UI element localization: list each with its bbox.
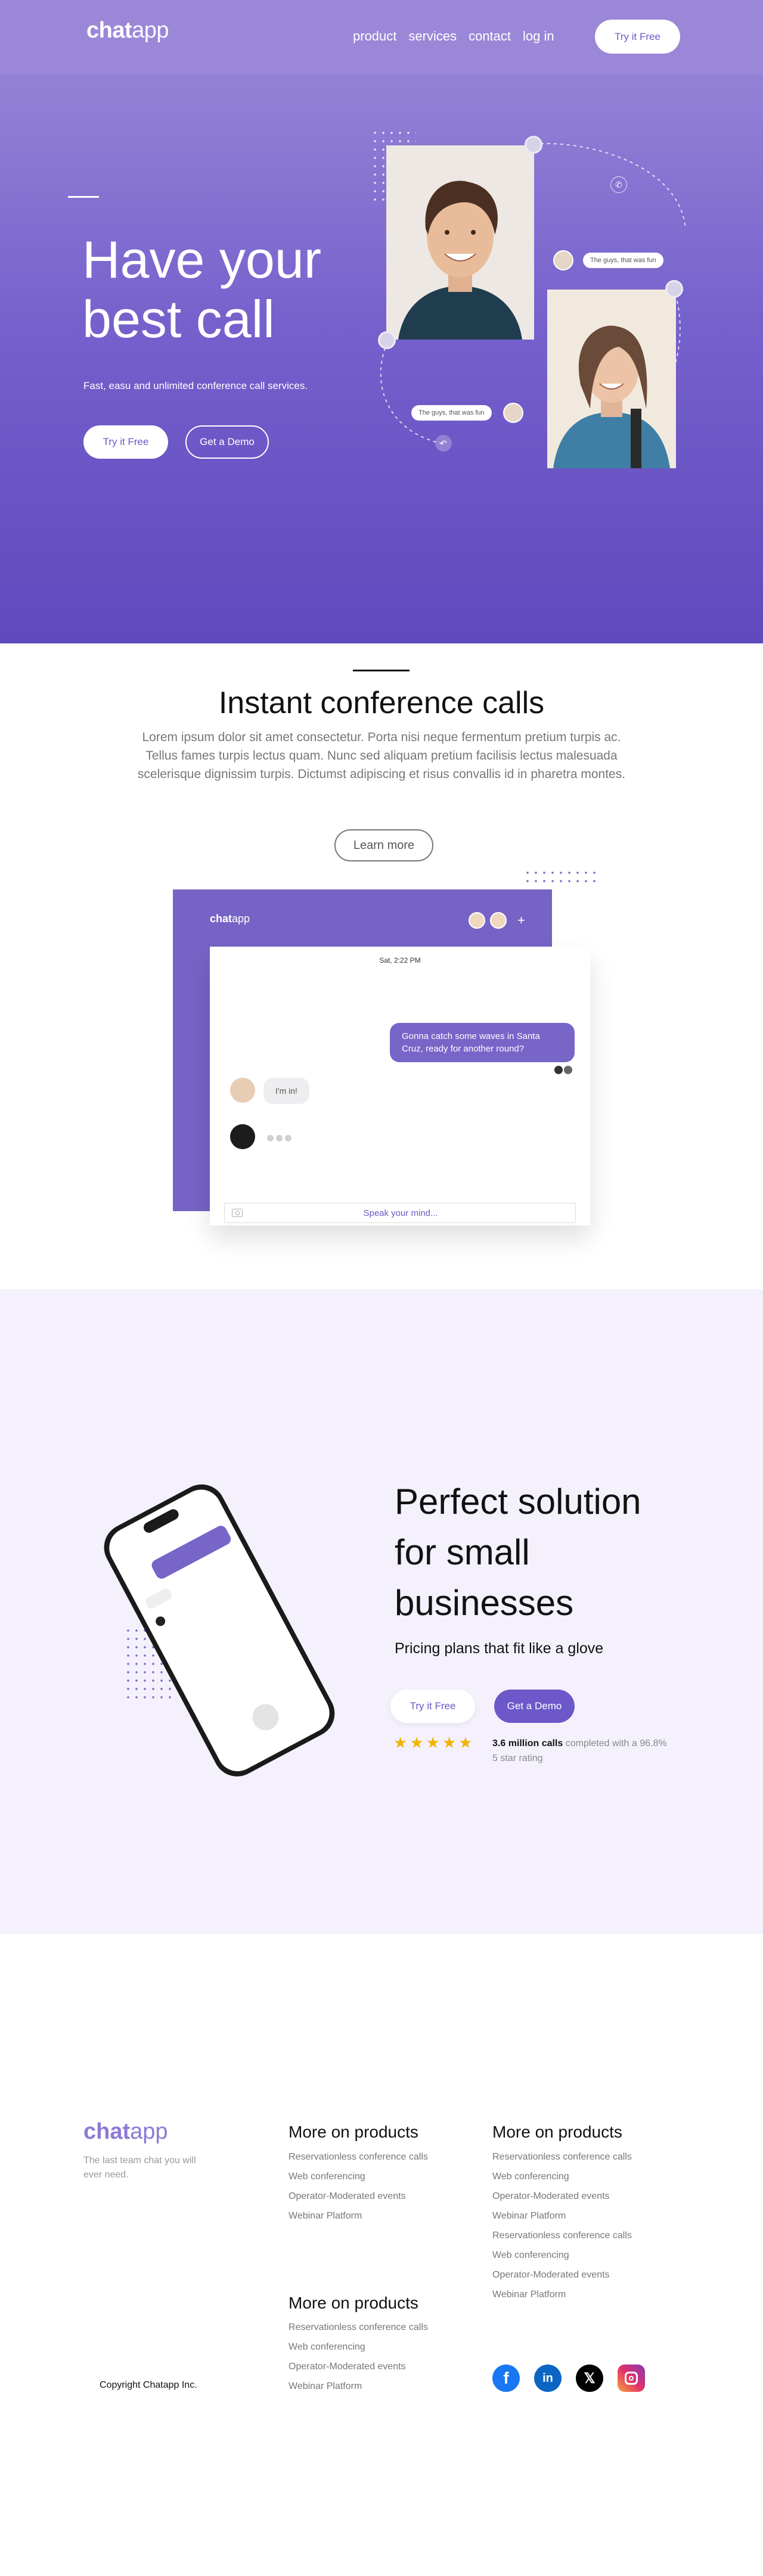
footer-col1-links: Reservationless conference calls Web conf… <box>289 2152 428 2221</box>
chat-app-logo: chatapp <box>210 913 250 925</box>
participant-avatar <box>469 912 485 929</box>
nav-link-login[interactable]: log in <box>523 29 554 44</box>
logo[interactable]: chatapp <box>86 18 169 43</box>
footer-col2-links: Reservationless conference calls Web conf… <box>492 2152 632 2300</box>
nav-link-product[interactable]: product <box>353 29 396 44</box>
star-icon: ★ <box>393 1734 408 1751</box>
hero-divider <box>68 196 99 198</box>
chat-date: Sat, 2:22 PM <box>379 956 421 965</box>
footer-link[interactable]: Operator-Moderated events <box>289 2362 428 2372</box>
add-participant-button[interactable]: + <box>517 913 525 928</box>
chat-message-outgoing: Gonna catch some waves in Santa Cruz, re… <box>390 1023 575 1062</box>
hero-photo-woman <box>547 290 676 468</box>
footer-link[interactable]: Operator-Moderated events <box>492 2191 632 2201</box>
footer-col3-links: Reservationless conference calls Web conf… <box>289 2322 428 2391</box>
instant-title: Instant conference calls <box>218 686 545 720</box>
footer-logo[interactable]: chatapp <box>83 2119 168 2145</box>
phone-mockup <box>92 1471 355 1805</box>
top-nav: chatapp product services contact log in … <box>0 0 763 74</box>
hero-title: Have your best call <box>82 230 322 349</box>
star-icon: ★ <box>426 1734 440 1751</box>
nav-try-free-button[interactable]: Try it Free <box>595 20 680 54</box>
nav-link-contact[interactable]: contact <box>469 29 511 44</box>
phone-call-icon: ✆ <box>610 176 627 193</box>
footer-link[interactable]: Webinar Platform <box>492 2289 632 2300</box>
refresh-icon: ↶ <box>435 435 452 452</box>
nav-link-services[interactable]: services <box>408 29 457 44</box>
perfect-get-demo-button[interactable]: Get a Demo <box>494 1690 575 1723</box>
footer-link[interactable]: Webinar Platform <box>289 2381 428 2391</box>
hero-chat-bubble-bottom: The guys, that was fun <box>411 405 492 421</box>
chat-window: Sat, 2:22 PM Gonna catch some waves in S… <box>210 947 590 1225</box>
hero-node-1 <box>378 331 396 349</box>
rating-text: 3.6 million calls completed with a 96.8%… <box>492 1738 667 1763</box>
x-icon[interactable]: 𝕏 <box>576 2365 603 2392</box>
star-rating: ★ ★ ★ ★ ★ <box>393 1735 473 1750</box>
logo-light: app <box>132 18 169 43</box>
nav-links: product services contact log in <box>353 29 554 44</box>
logo-bold: chat <box>86 18 132 43</box>
footer-link[interactable]: Reservationless conference calls <box>289 2322 428 2332</box>
hero-bubble-avatar-bottom <box>503 403 523 423</box>
footer-link[interactable]: Operator-Moderated events <box>492 2270 632 2280</box>
footer-link[interactable]: Webinar Platform <box>492 2211 632 2221</box>
facebook-icon[interactable]: f <box>492 2365 520 2392</box>
hero-chat-bubble-top: The guys, that was fun <box>583 253 663 268</box>
footer-tagline: The last team chat you will ever need. <box>83 2155 196 2180</box>
chat-avatar-woman <box>230 1078 255 1103</box>
star-icon: ★ <box>442 1734 457 1751</box>
learn-more-button[interactable]: Learn more <box>334 829 433 861</box>
perfect-subtitle: Pricing plans that fit like a glove <box>395 1640 604 1657</box>
participant-avatar <box>490 912 507 929</box>
read-receipt-avatars <box>554 1066 572 1074</box>
hero-node-2 <box>525 136 542 154</box>
footer-link[interactable]: Reservationless conference calls <box>492 2230 632 2241</box>
linkedin-icon[interactable]: in <box>534 2365 562 2392</box>
footer-link[interactable]: Webinar Platform <box>289 2211 428 2221</box>
footer-col2-heading: More on products <box>492 2123 622 2141</box>
hero-subtitle: Fast, easu and unlimited conference call… <box>83 380 308 391</box>
footer-col3-heading: More on products <box>289 2294 418 2312</box>
perfect-try-free-button[interactable]: Try it Free <box>390 1690 475 1723</box>
instagram-icon[interactable] <box>618 2365 645 2392</box>
instant-divider <box>353 670 410 671</box>
chat-input-placeholder: Speak your mind... <box>363 1208 438 1218</box>
hero-bubble-avatar-top <box>553 250 573 270</box>
footer-link[interactable]: Operator-Moderated events <box>289 2191 428 2201</box>
chat-avatar-man <box>230 1124 255 1149</box>
hero-section: Have your best call Fast, easu and unlim… <box>0 74 763 643</box>
chat-app-participants: + <box>469 912 525 929</box>
instant-body: Lorem ipsum dolor sit amet consectetur. … <box>137 730 626 781</box>
star-icon: ★ <box>410 1734 424 1751</box>
hero-node-3 <box>665 280 683 298</box>
hero-try-free-button[interactable]: Try it Free <box>83 425 168 459</box>
hero-get-demo-button[interactable]: Get a Demo <box>185 425 269 459</box>
footer-link[interactable]: Reservationless conference calls <box>289 2152 428 2162</box>
landing-page: chatapp product services contact log in … <box>0 0 763 2576</box>
star-icon: ★ <box>458 1734 473 1751</box>
chat-message-input[interactable]: Speak your mind... <box>224 1203 576 1223</box>
footer-link[interactable]: Web conferencing <box>289 2342 428 2352</box>
footer-link[interactable]: Reservationless conference calls <box>492 2152 632 2162</box>
chat-message-incoming: I'm in! <box>263 1078 309 1104</box>
footer-col1-heading: More on products <box>289 2123 418 2141</box>
instant-dot-grid <box>523 869 597 885</box>
perfect-title: Perfect solution for small businesses <box>395 1482 641 1623</box>
footer-link[interactable]: Web conferencing <box>492 2171 632 2182</box>
hero-photo-man <box>386 145 534 340</box>
typing-indicator <box>267 1135 291 1141</box>
footer-link[interactable]: Web conferencing <box>492 2250 632 2260</box>
footer-link[interactable]: Web conferencing <box>289 2171 428 2182</box>
copyright: Copyright Chatapp Inc. <box>100 2380 197 2390</box>
